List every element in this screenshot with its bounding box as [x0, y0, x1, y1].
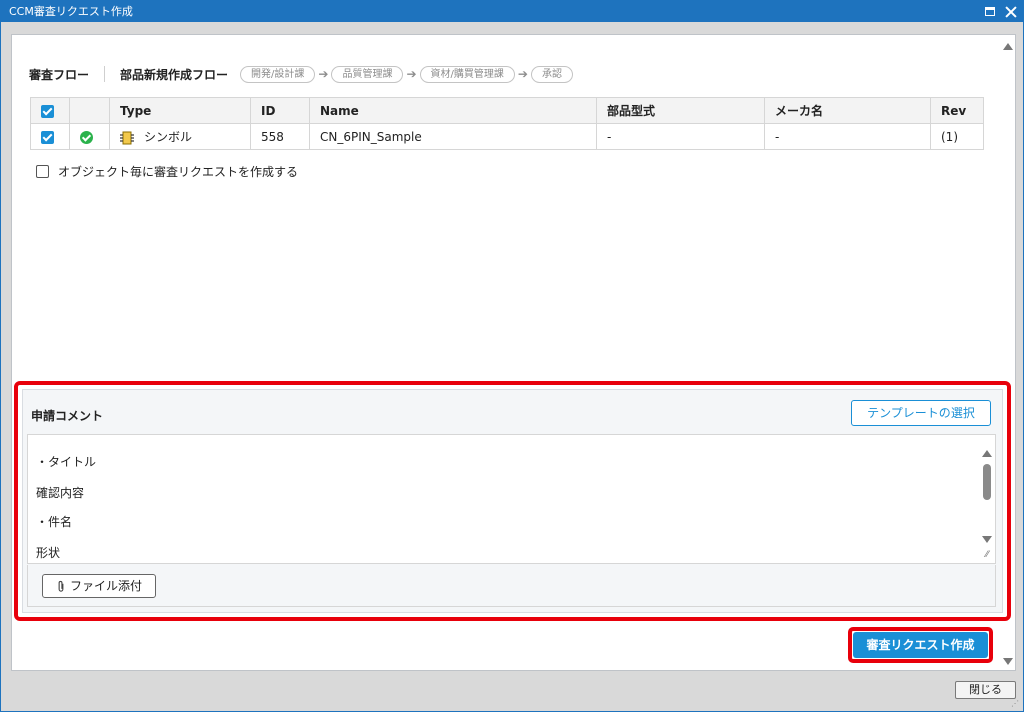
scroll-thumb[interactable] [983, 464, 991, 500]
paperclip-icon [58, 580, 64, 592]
comment-textarea[interactable]: ・タイトル 確認内容 ・件名 形状 ⁄⁄ [27, 434, 996, 564]
comment-highlight: 申請コメント テンプレートの選択 ・タイトル 確認内容 ・件名 形状 ⁄⁄ ファ… [14, 381, 1011, 621]
maker-header[interactable]: メーカ名 [764, 97, 931, 124]
flow-divider [104, 66, 106, 82]
table-header-row: Type ID Name 部品型式 メーカ名 Rev [30, 97, 984, 124]
select-all-checkbox[interactable] [41, 104, 54, 118]
close-button[interactable]: 閉じる [955, 681, 1016, 699]
row-checkbox[interactable] [41, 130, 54, 144]
model-header[interactable]: 部品型式 [596, 97, 765, 124]
create-review-request-button[interactable]: 審査リクエスト作成 [853, 632, 988, 658]
rev-header[interactable]: Rev [930, 97, 984, 124]
flow-step-design: 開発/設計課 [240, 65, 316, 83]
attach-file-label: ファイル添付 [69, 579, 142, 593]
status-header [69, 97, 110, 124]
comment-scrollbar[interactable] [980, 436, 994, 548]
row-type: シンボル [144, 130, 193, 144]
check-circle-icon [80, 130, 93, 144]
row-status-cell [69, 123, 110, 150]
window-resize-grip-icon[interactable]: ⋰ [1011, 699, 1021, 709]
comment-line: 確認内容 [36, 486, 85, 500]
attach-file-button[interactable]: ファイル添付 [42, 574, 156, 598]
table-row[interactable]: シンボル 558 CN_6PIN_Sample - - (1) [30, 123, 984, 150]
flow-step-approval: 承認 [530, 65, 573, 83]
row-type-cell: シンボル [109, 123, 251, 150]
review-flow: 審査フロー 部品新規作成フロー 開発/設計課 ➔ 品質管理課 ➔ 資材/購買管理… [29, 65, 573, 83]
row-model: - [596, 123, 765, 150]
comment-label: 申請コメント [31, 409, 104, 423]
submit-highlight: 審査リクエスト作成 [848, 627, 993, 663]
scroll-down-icon[interactable] [1003, 658, 1013, 665]
window-title: CCM審査リクエスト作成 [9, 5, 133, 18]
object-table: Type ID Name 部品型式 メーカ名 Rev シンボル 558 CN_6… [30, 97, 984, 150]
template-select-button[interactable]: テンプレートの選択 [851, 400, 991, 426]
per-object-checkbox[interactable] [36, 165, 49, 178]
scroll-down-icon[interactable] [982, 536, 992, 543]
scroll-up-icon[interactable] [1003, 43, 1013, 50]
select-all-cell[interactable] [30, 97, 70, 124]
per-object-label: オブジェクト毎に審査リクエストを作成する [58, 165, 299, 179]
row-maker: - [764, 123, 931, 150]
maximize-icon [985, 6, 995, 16]
dialog-window: CCM審査リクエスト作成 審査フロー 部品新規作成フロー 開発/設計課 ➔ 品質… [0, 0, 1024, 712]
title-bar: CCM審査リクエスト作成 [1, 1, 1023, 22]
flow-step-purchasing: 資材/購買管理課 [419, 65, 515, 83]
row-select-cell[interactable] [30, 123, 70, 150]
comment-line: ・タイトル [36, 455, 97, 469]
row-id: 558 [250, 123, 310, 150]
scroll-up-icon[interactable] [982, 450, 992, 457]
attachment-bar: ファイル添付 [27, 565, 996, 607]
close-window-button[interactable] [1005, 6, 1017, 18]
content-panel: 審査フロー 部品新規作成フロー 開発/設計課 ➔ 品質管理課 ➔ 資材/購買管理… [11, 34, 1016, 671]
arrow-right-icon: ➔ [318, 67, 329, 81]
flow-title: 審査フロー [29, 67, 90, 82]
arrow-right-icon: ➔ [406, 67, 417, 81]
flow-name: 部品新規作成フロー [120, 67, 229, 82]
per-object-option[interactable]: オブジェクト毎に審査リクエストを作成する [36, 163, 298, 180]
row-rev: (1) [930, 123, 984, 150]
arrow-right-icon: ➔ [517, 67, 528, 81]
id-header[interactable]: ID [250, 97, 310, 124]
window-controls [985, 1, 1017, 22]
type-header[interactable]: Type [109, 97, 251, 124]
maximize-button[interactable] [985, 6, 997, 18]
symbol-icon [120, 131, 134, 144]
flow-step-quality: 品質管理課 [331, 65, 404, 83]
name-header[interactable]: Name [309, 97, 597, 124]
comment-panel: 申請コメント テンプレートの選択 ・タイトル 確認内容 ・件名 形状 ⁄⁄ ファ… [22, 389, 1003, 613]
row-name: CN_6PIN_Sample [309, 123, 597, 150]
comment-line: ・件名 [36, 515, 73, 529]
resize-grip-icon[interactable]: ⁄⁄ [980, 548, 994, 562]
comment-line: 形状 [36, 546, 61, 560]
